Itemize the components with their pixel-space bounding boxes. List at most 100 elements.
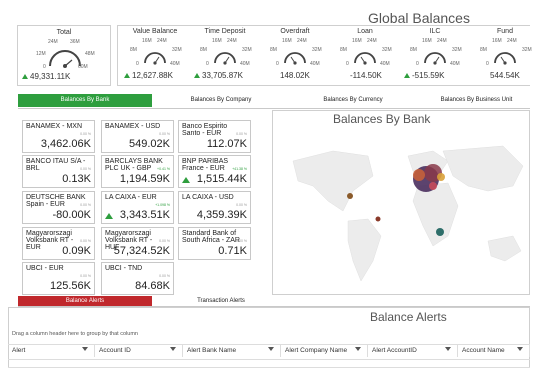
gauge-label: 40M bbox=[450, 61, 460, 67]
gauge-ilc: ILC 16M 24M 8M 32M 0 40M -515.59K bbox=[402, 28, 468, 84]
column-header-label: Account Name bbox=[462, 347, 505, 354]
column-header[interactable]: Alert AccountID bbox=[368, 345, 458, 357]
bank-card[interactable]: Magyarorszagi Volksbank RT - HUF 0.00 % … bbox=[101, 227, 174, 260]
bank-card[interactable]: Banco Espirito Santo - EUR 0.00 % 112.07… bbox=[178, 120, 251, 153]
bank-card-percent: +41.38 % bbox=[232, 167, 247, 171]
column-header[interactable]: Account Name bbox=[458, 345, 530, 357]
bank-card-value: 57,324.52K bbox=[113, 245, 170, 257]
up-arrow-icon bbox=[124, 73, 130, 78]
gauge-label: 32M bbox=[522, 47, 532, 53]
bank-card[interactable]: LA CAIXA - EUR +1.098 % 3,343.51K bbox=[101, 191, 174, 224]
group-hint[interactable]: Drag a column header here to group by th… bbox=[12, 331, 138, 337]
filter-icon[interactable] bbox=[268, 347, 274, 351]
bank-card[interactable]: BANCO ITAU S/A - BRL 0.00 % 0.13K bbox=[22, 155, 95, 188]
tab-balances-by-business-unit[interactable]: Balances By Business Unit bbox=[423, 94, 530, 107]
bank-card-percent: 0.00 % bbox=[236, 203, 247, 207]
bank-card-value: 84.68K bbox=[135, 280, 170, 292]
bubble-south-africa[interactable] bbox=[436, 228, 444, 236]
bubble-brazil[interactable] bbox=[375, 216, 381, 222]
gauge-label: 0 bbox=[416, 61, 419, 67]
bank-card-percent: 0.00 % bbox=[80, 203, 91, 207]
gauge-label: 40M bbox=[310, 61, 320, 67]
bank-card-percent: 0.00 % bbox=[80, 167, 91, 171]
filter-icon[interactable] bbox=[82, 347, 88, 351]
gauge-dial-icon bbox=[494, 52, 516, 65]
tab-balances-by-company[interactable]: Balances By Company bbox=[166, 94, 276, 107]
gauge-label: 40M bbox=[240, 61, 250, 67]
tab-balances-by-currency[interactable]: Balances By Currency bbox=[298, 94, 408, 107]
bubble-spain[interactable] bbox=[413, 169, 425, 181]
bank-card[interactable]: BANAMEX - USD 0.00 % 549.02K bbox=[101, 120, 174, 153]
filter-icon[interactable] bbox=[517, 347, 523, 351]
bank-card-value: 3,462.06K bbox=[40, 138, 91, 150]
bank-card-percent: 0.00 % bbox=[236, 239, 247, 243]
filter-icon[interactable] bbox=[445, 347, 451, 351]
up-arrow-icon bbox=[182, 177, 190, 183]
bank-card-percent: 0.00 % bbox=[236, 132, 247, 136]
bank-card[interactable]: LA CAIXA - USD 0.00 % 4,359.39K bbox=[178, 191, 251, 224]
column-header[interactable]: Account ID bbox=[95, 345, 183, 357]
column-header[interactable]: Alert Bank Name bbox=[183, 345, 281, 357]
bank-card[interactable]: BARCLAYS BANK PLC UK - GBP +0.41 % 1,194… bbox=[101, 155, 174, 188]
bank-card-value: 3,343.51K bbox=[119, 209, 170, 221]
bubble-mexico[interactable] bbox=[347, 193, 353, 199]
tab-transaction-alerts[interactable]: Transaction Alerts bbox=[166, 296, 276, 306]
tab-balance-alerts[interactable]: Balance Alerts bbox=[18, 296, 152, 306]
bubble-tunisia[interactable] bbox=[429, 182, 437, 190]
bank-card[interactable]: BANAMEX - MXN 0.00 % 3,462.06K bbox=[22, 120, 95, 153]
filter-icon[interactable] bbox=[355, 347, 361, 351]
gauge-dial-icon bbox=[354, 52, 376, 65]
gauge-label: 0 bbox=[346, 61, 349, 67]
gauge-value: 148.02K bbox=[280, 71, 310, 80]
gauge-title: Value Balance bbox=[132, 28, 178, 35]
bank-card-name: Banco Espirito Santo - EUR bbox=[182, 123, 228, 137]
bank-card[interactable]: DEUTSCHE BANK Spain - EUR 0.00 % -80.00K bbox=[22, 191, 95, 224]
bank-card-value: 125.56K bbox=[50, 280, 91, 292]
column-header[interactable]: Alert Company Name bbox=[281, 345, 368, 357]
bubble-hungary[interactable] bbox=[437, 173, 445, 181]
bank-card-value: 112.07K bbox=[206, 138, 247, 150]
up-arrow-icon bbox=[194, 73, 200, 78]
bank-card-percent: 0.00 % bbox=[159, 132, 170, 136]
gauge-fund: Fund 16M 24M 8M 32M 0 544.54K bbox=[472, 28, 534, 84]
map-title: Balances By Bank bbox=[333, 112, 431, 126]
bank-card-name: UBCI - EUR bbox=[26, 265, 64, 272]
bank-card-name: UBCI - TND bbox=[105, 265, 143, 272]
bank-card-name: LA CAIXA - EUR bbox=[105, 194, 157, 201]
gauge-title: Loan bbox=[357, 28, 373, 35]
total-value: 49,331.11K bbox=[30, 72, 71, 81]
world-map[interactable] bbox=[273, 131, 529, 291]
gauge-label: 0 bbox=[136, 61, 139, 67]
bank-card-value: 0.13K bbox=[62, 173, 91, 185]
gauge-loan: Loan 16M 24M 8M 32M 0 40M -114.50K bbox=[332, 28, 398, 84]
bank-card[interactable]: UBCI - EUR 0.00 % 125.56K bbox=[22, 262, 95, 295]
bank-card-name: BANAMEX - USD bbox=[105, 123, 161, 130]
gauge-label: 8M bbox=[200, 47, 207, 53]
bank-card-percent: 0.00 % bbox=[159, 274, 170, 278]
gauge-time-deposit: Time Deposit 16M 24M 8M 32M 0 40M 33,705… bbox=[192, 28, 258, 84]
filter-icon[interactable] bbox=[170, 347, 176, 351]
column-header-label: Alert bbox=[12, 347, 26, 354]
tab-balances-by-bank[interactable]: Balances By Bank bbox=[18, 94, 152, 107]
gauge-label: 24M bbox=[367, 38, 377, 44]
gauge-label: 16M bbox=[422, 38, 432, 44]
total-label-12m: 12M bbox=[36, 51, 46, 57]
bank-card[interactable]: Standard Bank of South Africa - ZAR 0.00… bbox=[178, 227, 251, 260]
bank-card-name: LA CAIXA - USD bbox=[182, 194, 234, 201]
bank-card-percent: 0.00 % bbox=[80, 274, 91, 278]
gauge-label: 24M bbox=[507, 38, 517, 44]
bank-card[interactable]: UBCI - TND 0.00 % 84.68K bbox=[101, 262, 174, 295]
bank-card[interactable]: Magyarorszagi Volksbank RT - EUR 0.00 % … bbox=[22, 227, 95, 260]
bank-card-value: 1,194.59K bbox=[119, 173, 170, 185]
gauge-label: 0 bbox=[206, 61, 209, 67]
bank-card-name: DEUTSCHE BANK Spain - EUR bbox=[26, 194, 86, 208]
bank-card-value: 4,359.39K bbox=[196, 209, 247, 221]
gauge-label: 32M bbox=[452, 47, 462, 53]
gauge-label: 32M bbox=[312, 47, 322, 53]
column-header-label: Account ID bbox=[99, 347, 131, 354]
bank-card[interactable]: BNP PARIBAS France - EUR +41.38 % 1,515.… bbox=[178, 155, 251, 188]
gauge-label: 0 bbox=[486, 61, 489, 67]
bank-card-name: Standard Bank of South Africa - ZAR bbox=[182, 230, 240, 244]
column-header[interactable]: Alert bbox=[8, 345, 95, 357]
balance-tabs: Balances By Bank Balances By Company Bal… bbox=[18, 94, 530, 109]
